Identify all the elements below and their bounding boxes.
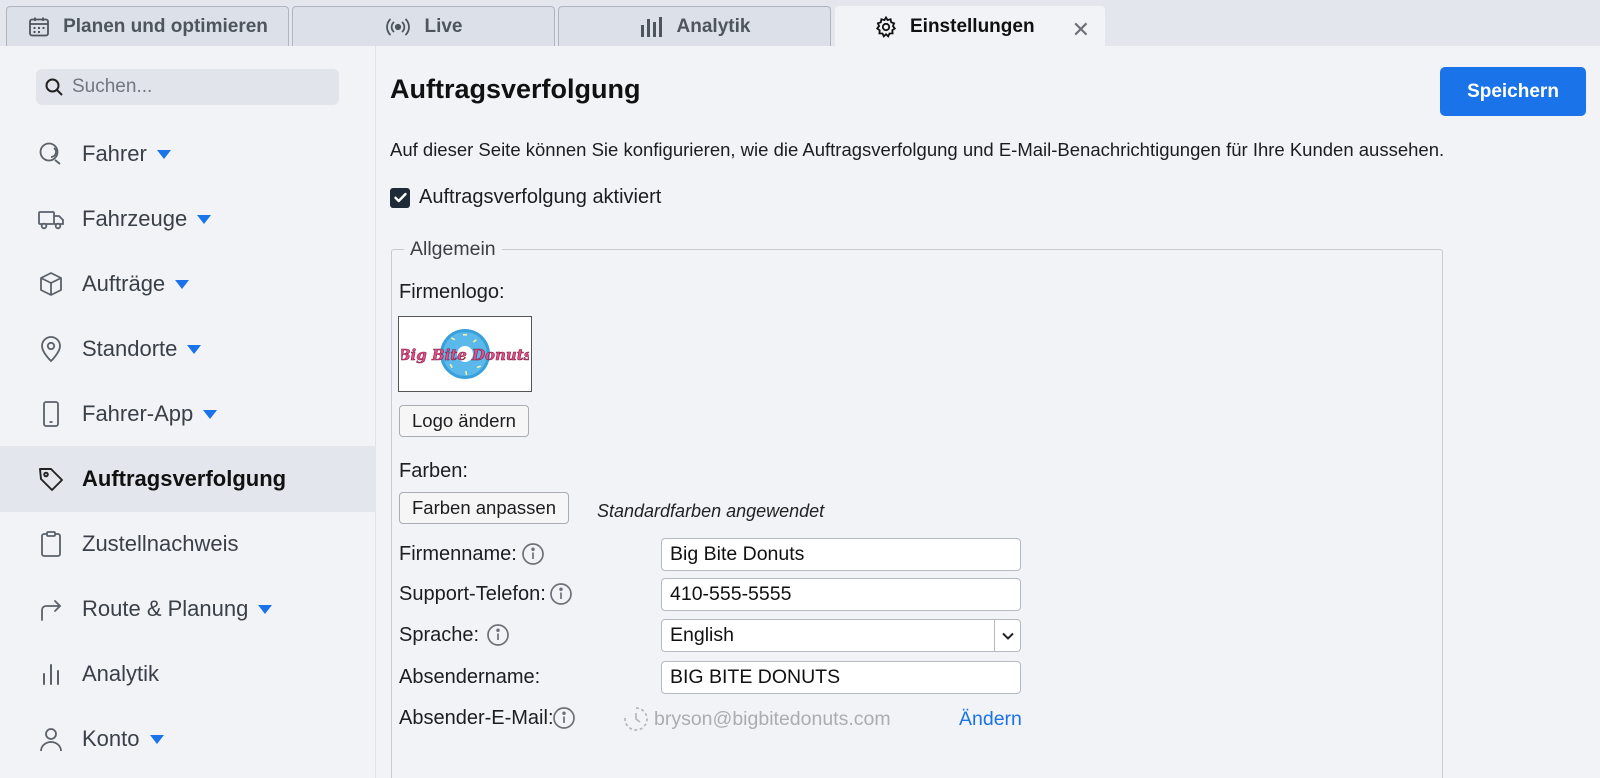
tracking-enabled-row: Auftragsverfolgung aktiviert [390, 186, 661, 209]
gear-icon [874, 15, 898, 39]
logo-wordmark: Big Bite Donuts [401, 346, 529, 364]
info-icon[interactable] [549, 582, 573, 606]
sidebar-item-label: Auftragsverfolgung [82, 466, 287, 491]
tab-analytik[interactable]: Analytik [558, 6, 831, 46]
main-content: Auftragsverfolgung Speichern Auf dieser … [376, 46, 1600, 778]
caret-down-icon [175, 279, 190, 289]
tab-label: Einstellungen [910, 15, 1035, 37]
location-pin-icon [36, 335, 66, 363]
company-name-input[interactable]: Big Bite Donuts [661, 538, 1021, 571]
customize-colors-button[interactable]: Farben anpassen [399, 492, 569, 524]
colors-label: Farben: [399, 460, 468, 482]
sender-email-label: Absender-E-Mail: [399, 707, 554, 729]
support-phone-input[interactable]: 410-555-5555 [661, 578, 1021, 611]
tab-bar: Planen und optimieren Live Analytik Eins… [0, 0, 1600, 46]
tab-label: Analytik [676, 15, 751, 37]
colors-status: Standardfarben angewendet [597, 501, 825, 521]
logo-label: Firmenlogo: [399, 281, 505, 303]
caret-down-icon [197, 214, 212, 224]
clipboard-icon [36, 530, 66, 558]
caret-down-icon [187, 344, 202, 354]
info-icon[interactable] [521, 542, 545, 566]
sidebar-item-label: Fahrer-App [82, 401, 194, 426]
caret-down-icon [156, 149, 171, 159]
clock-pending-icon [624, 707, 648, 731]
sidebar: Fahrer Fahrzeuge Aufträge Standorte [0, 46, 376, 778]
bar-chart-icon [639, 15, 665, 39]
truck-icon [36, 205, 66, 233]
sidebar-item-standorte[interactable]: Standorte [0, 316, 376, 382]
sidebar-item-route-planung[interactable]: Route & Planung [0, 576, 376, 642]
search-box [36, 69, 339, 105]
sidebar-item-label: Zustellnachweis [82, 531, 239, 556]
sidebar-item-label: Analytik [82, 661, 160, 686]
sidebar-item-analytik[interactable]: Analytik [0, 641, 376, 707]
search-icon [44, 77, 64, 97]
phone-icon [36, 400, 66, 428]
sidebar-item-label: Konto [82, 726, 140, 751]
support-phone-label: Support-Telefon: [399, 583, 546, 605]
language-selected-value: English [670, 624, 734, 646]
change-logo-button[interactable]: Logo ändern [399, 405, 529, 437]
sender-name-input[interactable]: BIG BITE DONUTS [661, 661, 1021, 694]
sidebar-item-fahrer[interactable]: Fahrer [0, 121, 376, 187]
tag-icon [36, 465, 66, 493]
user-icon [36, 725, 66, 753]
sidebar-item-label: Standorte [82, 336, 178, 361]
save-button[interactable]: Speichern [1440, 67, 1586, 116]
sidebar-item-label: Fahrer [82, 141, 147, 166]
caret-down-icon [258, 604, 273, 614]
tracking-enabled-checkbox[interactable] [390, 187, 410, 208]
company-logo: Big Bite Donuts [398, 316, 532, 392]
sidebar-item-auftraege[interactable]: Aufträge [0, 251, 376, 317]
sidebar-item-zustellnachweis[interactable]: Zustellnachweis [0, 511, 376, 577]
route-arrow-icon [36, 595, 66, 623]
tracking-enabled-label: Auftragsverfolgung aktiviert [419, 186, 662, 208]
donut-logo-image: Big Bite Donuts [401, 329, 529, 379]
general-legend: Allgemein [410, 238, 496, 260]
tab-einstellungen[interactable]: Einstellungen ✕ [835, 6, 1105, 46]
chevron-down-icon [994, 620, 1020, 651]
sidebar-item-fahrer-app[interactable]: Fahrer-App [0, 381, 376, 447]
tab-label: Planen und optimieren [63, 15, 268, 37]
page-title: Auftragsverfolgung [390, 74, 641, 104]
caret-down-icon [149, 734, 164, 744]
sidebar-item-auftragsverfolgung[interactable]: Auftragsverfolgung [0, 446, 376, 512]
checkmark-icon [393, 192, 407, 203]
caret-down-icon [203, 409, 218, 419]
sender-email-value: bryson@bigbitedonuts.com [654, 707, 891, 730]
language-select[interactable]: English [661, 619, 1021, 652]
driver-icon [36, 140, 66, 168]
sidebar-item-konto[interactable]: Konto [0, 706, 376, 772]
info-icon[interactable] [552, 706, 576, 730]
info-icon[interactable] [486, 623, 510, 647]
sidebar-item-fahrzeuge[interactable]: Fahrzeuge [0, 186, 376, 252]
tab-planen[interactable]: Planen und optimieren [6, 6, 289, 46]
tab-label: Live [424, 15, 463, 37]
sidebar-item-label: Fahrzeuge [82, 206, 188, 231]
broadcast-icon [384, 15, 412, 39]
search-input[interactable] [72, 76, 322, 98]
change-email-link[interactable]: Ändern [959, 708, 1022, 731]
sender-name-label: Absendername: [399, 666, 541, 688]
bar-chart-icon [36, 660, 66, 688]
language-label: Sprache: [399, 624, 480, 646]
sender-email-display: bryson@bigbitedonuts.com [623, 706, 891, 732]
sidebar-item-label: Route & Planung [82, 596, 249, 621]
sidebar-item-label: Aufträge [82, 271, 166, 296]
close-icon[interactable]: ✕ [1072, 17, 1090, 43]
company-name-label: Firmenname: [399, 543, 517, 565]
calendar-icon [27, 15, 51, 39]
tab-live[interactable]: Live [292, 6, 555, 46]
page-description: Auf dieser Seite können Sie konfiguriere… [390, 139, 1445, 160]
package-icon [36, 270, 66, 298]
